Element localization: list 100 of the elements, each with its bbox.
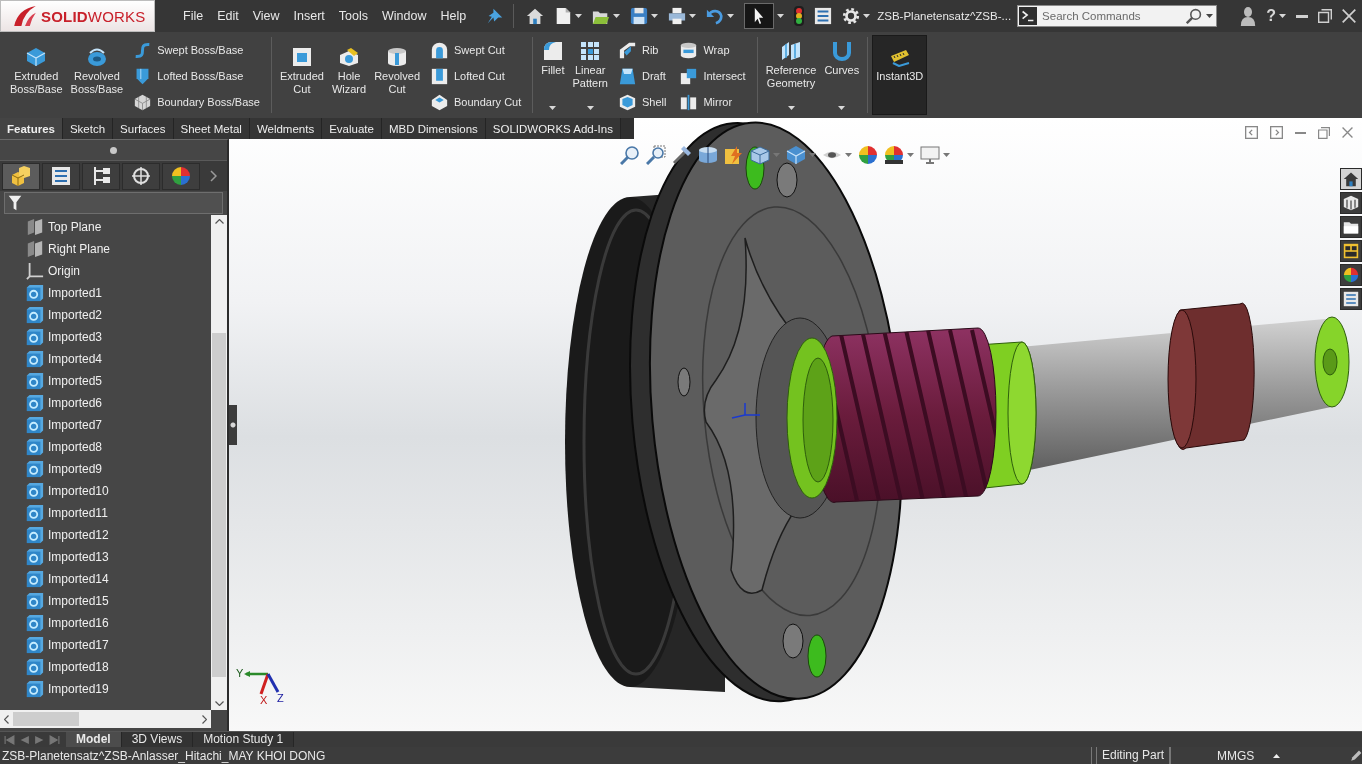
vertical-scrollbar[interactable] <box>211 215 227 710</box>
caret-icon[interactable] <box>689 14 697 18</box>
user-icon[interactable] <box>1240 6 1257 26</box>
model-tab[interactable]: Model <box>66 732 122 747</box>
ribbon-button[interactable]: Rib <box>617 40 668 60</box>
restore-icon[interactable] <box>1318 9 1332 23</box>
filter-field[interactable] <box>4 192 223 214</box>
pin-icon[interactable] <box>487 8 504 24</box>
panel-tab[interactable] <box>82 162 120 190</box>
scrollbar-thumb[interactable] <box>13 712 79 726</box>
command-tab[interactable]: Weldments <box>249 118 323 139</box>
ribbon-button[interactable]: Shell <box>617 92 668 112</box>
caret-up-icon[interactable] <box>1273 753 1280 758</box>
lightning-box-icon[interactable] <box>724 145 744 165</box>
forward-icon[interactable] <box>34 734 45 745</box>
list-icon[interactable] <box>814 7 833 25</box>
tree-item[interactable]: Top Plane <box>0 216 211 238</box>
ribbon-button[interactable]: Mirror <box>679 92 747 112</box>
ribbon-button[interactable]: Wrap <box>679 40 747 60</box>
caret-icon[interactable] <box>863 14 871 18</box>
ribbon-button[interactable]: Extruded Cut <box>275 35 328 115</box>
grip-dot-icon[interactable] <box>110 146 117 154</box>
ribbon-button[interactable]: Lofted Cut <box>430 66 523 86</box>
task-pane-tab[interactable] <box>1340 216 1362 238</box>
wand-icon[interactable] <box>672 145 692 165</box>
units-status[interactable]: MMGS <box>1188 748 1273 763</box>
ribbon-button[interactable]: Swept Cut <box>430 40 523 60</box>
menu-item[interactable]: View <box>245 9 287 23</box>
cylinder-section-icon[interactable] <box>698 145 718 165</box>
caret-icon[interactable] <box>943 153 950 157</box>
caret-icon[interactable] <box>907 153 914 157</box>
caret-icon[interactable] <box>845 153 852 157</box>
magnifier-box-icon[interactable] <box>646 145 666 165</box>
ribbon-button[interactable]: Hole Wizard <box>327 35 371 115</box>
task-pane-tab[interactable] <box>1340 264 1362 286</box>
back-icon[interactable] <box>19 734 30 745</box>
menu-item[interactable]: Insert <box>286 9 332 23</box>
tree-item[interactable]: Imported14 <box>0 568 211 590</box>
tree-item[interactable]: Imported1 <box>0 282 211 304</box>
tree-item[interactable]: Imported15 <box>0 590 211 612</box>
minimize-icon[interactable] <box>1296 14 1308 18</box>
tree-item[interactable]: Imported6 <box>0 392 211 414</box>
menu-item[interactable]: Window <box>375 9 434 23</box>
color-sphere-film-icon[interactable] <box>884 145 904 165</box>
settings-icon[interactable] <box>842 7 861 25</box>
command-tab[interactable]: SOLIDWORKS Add-Ins <box>485 118 621 139</box>
tree-item[interactable]: Origin <box>0 260 211 282</box>
close-icon[interactable] <box>1342 127 1353 138</box>
tree-item[interactable]: Imported11 <box>0 502 211 524</box>
caret-icon[interactable] <box>777 14 785 18</box>
command-tab[interactable]: MBD Dimensions <box>381 118 486 139</box>
tree-item[interactable]: Imported19 <box>0 678 211 700</box>
printer-icon[interactable] <box>668 7 687 25</box>
caret-icon[interactable] <box>787 106 795 110</box>
monitor-icon[interactable] <box>920 145 940 165</box>
ribbon-button[interactable]: Boundary Cut <box>430 92 523 112</box>
panel-tab[interactable] <box>42 162 80 190</box>
tree-item[interactable]: Imported5 <box>0 370 211 392</box>
new-document-icon[interactable] <box>554 7 573 25</box>
tree-item[interactable]: Imported2 <box>0 304 211 326</box>
skip-back-icon[interactable] <box>4 734 15 745</box>
command-tab[interactable]: Sketch <box>62 118 114 139</box>
task-pane-tab[interactable] <box>1340 192 1362 214</box>
ribbon-button[interactable]: Fillet <box>537 35 569 115</box>
tree-item[interactable]: Imported13 <box>0 546 211 568</box>
task-pane-tab[interactable] <box>1340 240 1362 262</box>
magnifier-icon[interactable] <box>620 145 640 165</box>
ribbon-button[interactable]: Reference Geometry <box>761 35 821 115</box>
splitter-handle[interactable] <box>229 405 237 445</box>
command-tab[interactable]: Features <box>0 118 63 139</box>
help-button[interactable]: ? <box>1266 8 1276 24</box>
ribbon-button[interactable]: Linear Pattern <box>568 35 612 115</box>
tree-item[interactable]: Imported9 <box>0 458 211 480</box>
command-tab[interactable]: Evaluate <box>322 118 382 139</box>
ribbon-button[interactable]: Curves <box>820 35 864 115</box>
caret-icon[interactable] <box>613 14 621 18</box>
ribbon-button[interactable]: Swept Boss/Base <box>133 40 261 60</box>
ribbon-button[interactable]: Intersect <box>679 66 747 86</box>
panel-tab[interactable] <box>122 162 160 190</box>
caret-icon[interactable] <box>651 14 659 18</box>
command-tab[interactable]: Surfaces <box>113 118 174 139</box>
ribbon-button[interactable]: Lofted Boss/Base <box>133 66 261 86</box>
tree-item[interactable]: Imported10 <box>0 480 211 502</box>
close-icon[interactable] <box>1342 9 1356 23</box>
scroll-up-icon[interactable] <box>214 219 224 224</box>
caret-icon[interactable] <box>549 106 557 110</box>
color-sphere-icon[interactable] <box>858 145 878 165</box>
traffic-light-icon[interactable] <box>794 6 805 26</box>
tree-item[interactable]: Imported4 <box>0 348 211 370</box>
tree-item[interactable]: Imported18 <box>0 656 211 678</box>
pen-icon[interactable] <box>1350 749 1362 762</box>
caret-icon[interactable] <box>809 153 816 157</box>
scrollbar-thumb[interactable] <box>212 333 226 677</box>
ribbon-button[interactable]: Revolved Cut <box>370 35 424 115</box>
tree-item[interactable]: Imported16 <box>0 612 211 634</box>
cube-outline-icon[interactable] <box>750 145 770 165</box>
select-tool-button[interactable] <box>744 3 775 29</box>
task-pane-tab[interactable] <box>1340 288 1362 310</box>
search-field[interactable]: Search Commands <box>1017 5 1218 27</box>
caret-icon[interactable] <box>575 14 583 18</box>
